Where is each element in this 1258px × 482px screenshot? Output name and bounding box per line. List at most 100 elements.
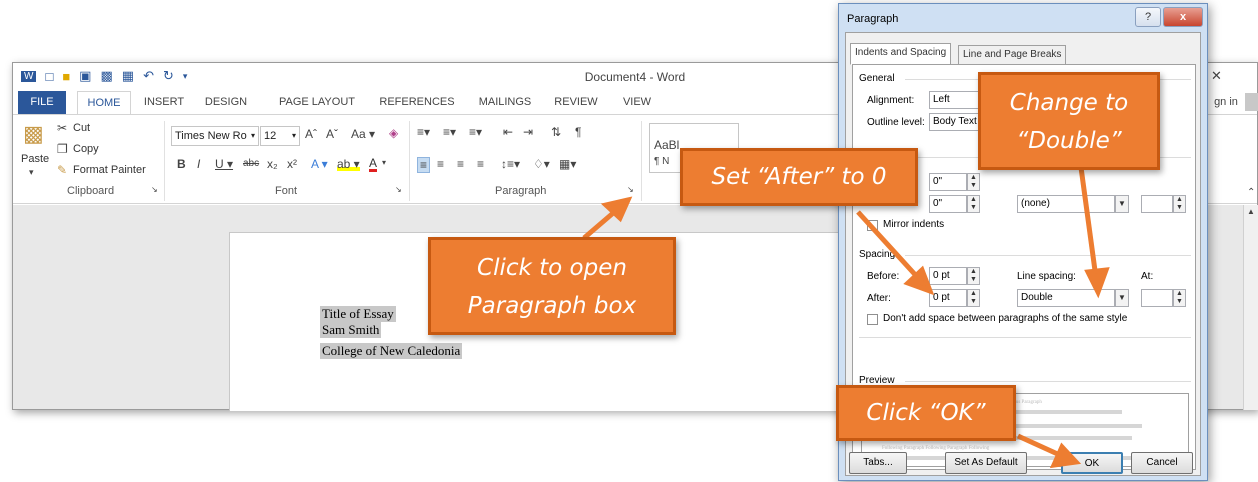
cut-icon[interactable]: ✂ bbox=[57, 121, 67, 135]
multilevel-list-icon[interactable]: ≡▾ bbox=[469, 125, 482, 139]
borders-icon[interactable]: ▦▾ bbox=[559, 157, 576, 171]
align-center-icon[interactable]: ≡ bbox=[437, 157, 444, 171]
indent-right-input[interactable]: 0" bbox=[929, 195, 967, 213]
indent-left-input[interactable]: 0" bbox=[929, 173, 967, 191]
tab-references[interactable]: REFERENCES bbox=[379, 91, 455, 115]
tab-mailings[interactable]: MAILINGS bbox=[475, 91, 535, 115]
justify-icon[interactable]: ≡ bbox=[477, 157, 484, 171]
line-spacing-label: Line spacing: bbox=[1017, 271, 1076, 282]
increase-indent-icon[interactable]: ⇥ bbox=[523, 125, 533, 139]
decrease-indent-icon[interactable]: ⇤ bbox=[503, 125, 513, 139]
indent-by-spinner[interactable]: ▲ ▼ bbox=[1173, 195, 1186, 213]
callout-double-line1: Change to bbox=[1009, 90, 1129, 116]
show-marks-icon[interactable]: ¶ bbox=[575, 125, 581, 139]
close-window-icon[interactable]: ✕ bbox=[1211, 68, 1222, 84]
tab-file[interactable]: FILE bbox=[18, 91, 66, 115]
line-spacing-at-spinner[interactable]: ▲ ▼ bbox=[1173, 289, 1186, 307]
paste-dropdown-icon[interactable]: ▾ bbox=[29, 167, 34, 178]
chevron-down-icon[interactable]: ▼ bbox=[1115, 289, 1129, 307]
special-indent-select[interactable]: (none) bbox=[1017, 195, 1115, 213]
chevron-down-icon[interactable]: ▾ bbox=[251, 127, 255, 145]
highlight-icon[interactable]: ab ▾ bbox=[337, 157, 360, 171]
vertical-scrollbar[interactable]: ▲ bbox=[1243, 205, 1258, 410]
cut-button[interactable]: Cut bbox=[73, 122, 90, 134]
chevron-down-icon[interactable]: ▾ bbox=[382, 158, 386, 167]
text-effects-icon[interactable]: A ▾ bbox=[311, 157, 328, 171]
chevron-down-icon[interactable]: ▼ bbox=[1115, 195, 1129, 213]
font-launcher-icon[interactable]: ↘ bbox=[395, 185, 402, 194]
collapse-ribbon-icon[interactable]: ⌃ bbox=[1247, 187, 1255, 198]
help-button[interactable]: ? bbox=[1135, 7, 1161, 27]
tab-view[interactable]: VIEW bbox=[617, 91, 657, 115]
tab-home[interactable]: HOME bbox=[77, 91, 131, 115]
dont-add-space-checkbox[interactable] bbox=[867, 314, 878, 325]
tab-design[interactable]: DESIGN bbox=[201, 91, 251, 115]
line-spacing-select[interactable]: Double bbox=[1017, 289, 1115, 307]
tab-review[interactable]: REVIEW bbox=[551, 91, 601, 115]
sign-in-link[interactable]: gn in bbox=[1209, 91, 1243, 115]
chevron-down-icon[interactable]: ▾ bbox=[292, 127, 296, 145]
underline-icon[interactable]: U ▾ bbox=[215, 157, 233, 171]
font-size-combo[interactable]: 12 ▾ bbox=[260, 126, 300, 146]
paragraph-launcher-icon[interactable]: ↘ bbox=[627, 185, 634, 194]
dialog-close-button[interactable]: x bbox=[1163, 7, 1203, 27]
font-name-combo[interactable]: Times New Ro ▾ bbox=[171, 126, 259, 146]
style-normal-preview: AaBl bbox=[654, 138, 680, 152]
grow-font-icon[interactable]: Aˆ bbox=[305, 127, 317, 141]
at-label: At: bbox=[1141, 271, 1154, 282]
mirror-indents-checkbox[interactable] bbox=[867, 220, 878, 231]
numbering-icon[interactable]: ≡▾ bbox=[443, 125, 456, 139]
indent-left-spinner[interactable]: ▲ ▼ bbox=[967, 173, 980, 191]
clipboard-launcher-icon[interactable]: ↘ bbox=[151, 185, 158, 194]
dialog-title: Paragraph bbox=[847, 13, 899, 25]
shrink-font-icon[interactable]: Aˇ bbox=[326, 127, 338, 141]
scroll-up-icon[interactable]: ▲ bbox=[1247, 207, 1255, 216]
doc-line-title[interactable]: Title of Essay bbox=[320, 306, 396, 322]
align-right-icon[interactable]: ≡ bbox=[457, 157, 464, 171]
cancel-button[interactable]: Cancel bbox=[1131, 452, 1193, 474]
sort-icon[interactable]: ⇅ bbox=[551, 125, 561, 139]
paste-button[interactable]: Paste bbox=[21, 153, 49, 165]
copy-button[interactable]: Copy bbox=[73, 143, 99, 155]
shading-icon[interactable]: ♢▾ bbox=[533, 157, 550, 171]
avatar[interactable] bbox=[1245, 93, 1258, 111]
after-input[interactable]: 0 pt bbox=[929, 289, 967, 307]
superscript-icon[interactable]: x² bbox=[287, 157, 297, 171]
tab-line-page-breaks[interactable]: Line and Page Breaks bbox=[958, 45, 1067, 65]
tab-page-layout[interactable]: PAGE LAYOUT bbox=[275, 91, 359, 115]
font-group-label: Font bbox=[275, 185, 298, 197]
copy-icon[interactable]: ❐ bbox=[57, 142, 68, 156]
indent-by-input[interactable] bbox=[1141, 195, 1173, 213]
after-spinner[interactable]: ▲ ▼ bbox=[967, 289, 980, 307]
bullets-icon[interactable]: ≡▾ bbox=[417, 125, 430, 139]
tab-insert[interactable]: INSERT bbox=[139, 91, 189, 115]
italic-icon[interactable]: I bbox=[197, 157, 200, 171]
callout-open-paragraph: Click to open Paragraph box bbox=[428, 237, 676, 335]
strikethrough-icon[interactable]: abc bbox=[243, 158, 259, 169]
ok-button[interactable]: OK bbox=[1061, 452, 1123, 474]
before-spinner[interactable]: ▲ ▼ bbox=[967, 267, 980, 285]
clear-formatting-icon[interactable]: ◈ bbox=[389, 126, 398, 140]
align-left-icon[interactable]: ≡ bbox=[417, 157, 431, 173]
ribbon-divider bbox=[409, 121, 410, 201]
paste-icon[interactable]: ▩ bbox=[23, 121, 44, 147]
format-painter-button[interactable]: Format Painter bbox=[73, 164, 146, 176]
line-spacing-at-input[interactable] bbox=[1141, 289, 1173, 307]
line-spacing-icon[interactable]: ↕≡▾ bbox=[501, 157, 520, 171]
indent-right-spinner[interactable]: ▲ ▼ bbox=[967, 195, 980, 213]
doc-line-college[interactable]: College of New Caledonia bbox=[320, 343, 463, 359]
subscript-icon[interactable]: x₂ bbox=[267, 157, 278, 171]
set-as-default-button[interactable]: Set As Default bbox=[945, 452, 1027, 474]
preview-following-text: Following Paragraph Following Paragraph … bbox=[882, 446, 990, 451]
before-input[interactable]: 0 pt bbox=[929, 267, 967, 285]
format-painter-icon[interactable]: ✎ bbox=[57, 163, 67, 177]
bold-icon[interactable]: B bbox=[177, 157, 186, 171]
callout-double-line2: “Double” bbox=[1016, 128, 1122, 154]
callout-open-line2: Paragraph box bbox=[467, 293, 637, 319]
dont-add-space-label: Don't add space between paragraphs of th… bbox=[883, 313, 1128, 324]
change-case-button[interactable]: Aa ▾ bbox=[351, 127, 375, 141]
font-color-icon[interactable]: A bbox=[369, 157, 378, 172]
tabs-button[interactable]: Tabs... bbox=[849, 452, 907, 474]
doc-line-author[interactable]: Sam Smith bbox=[320, 322, 382, 338]
tab-indents-spacing[interactable]: Indents and Spacing bbox=[850, 43, 952, 65]
